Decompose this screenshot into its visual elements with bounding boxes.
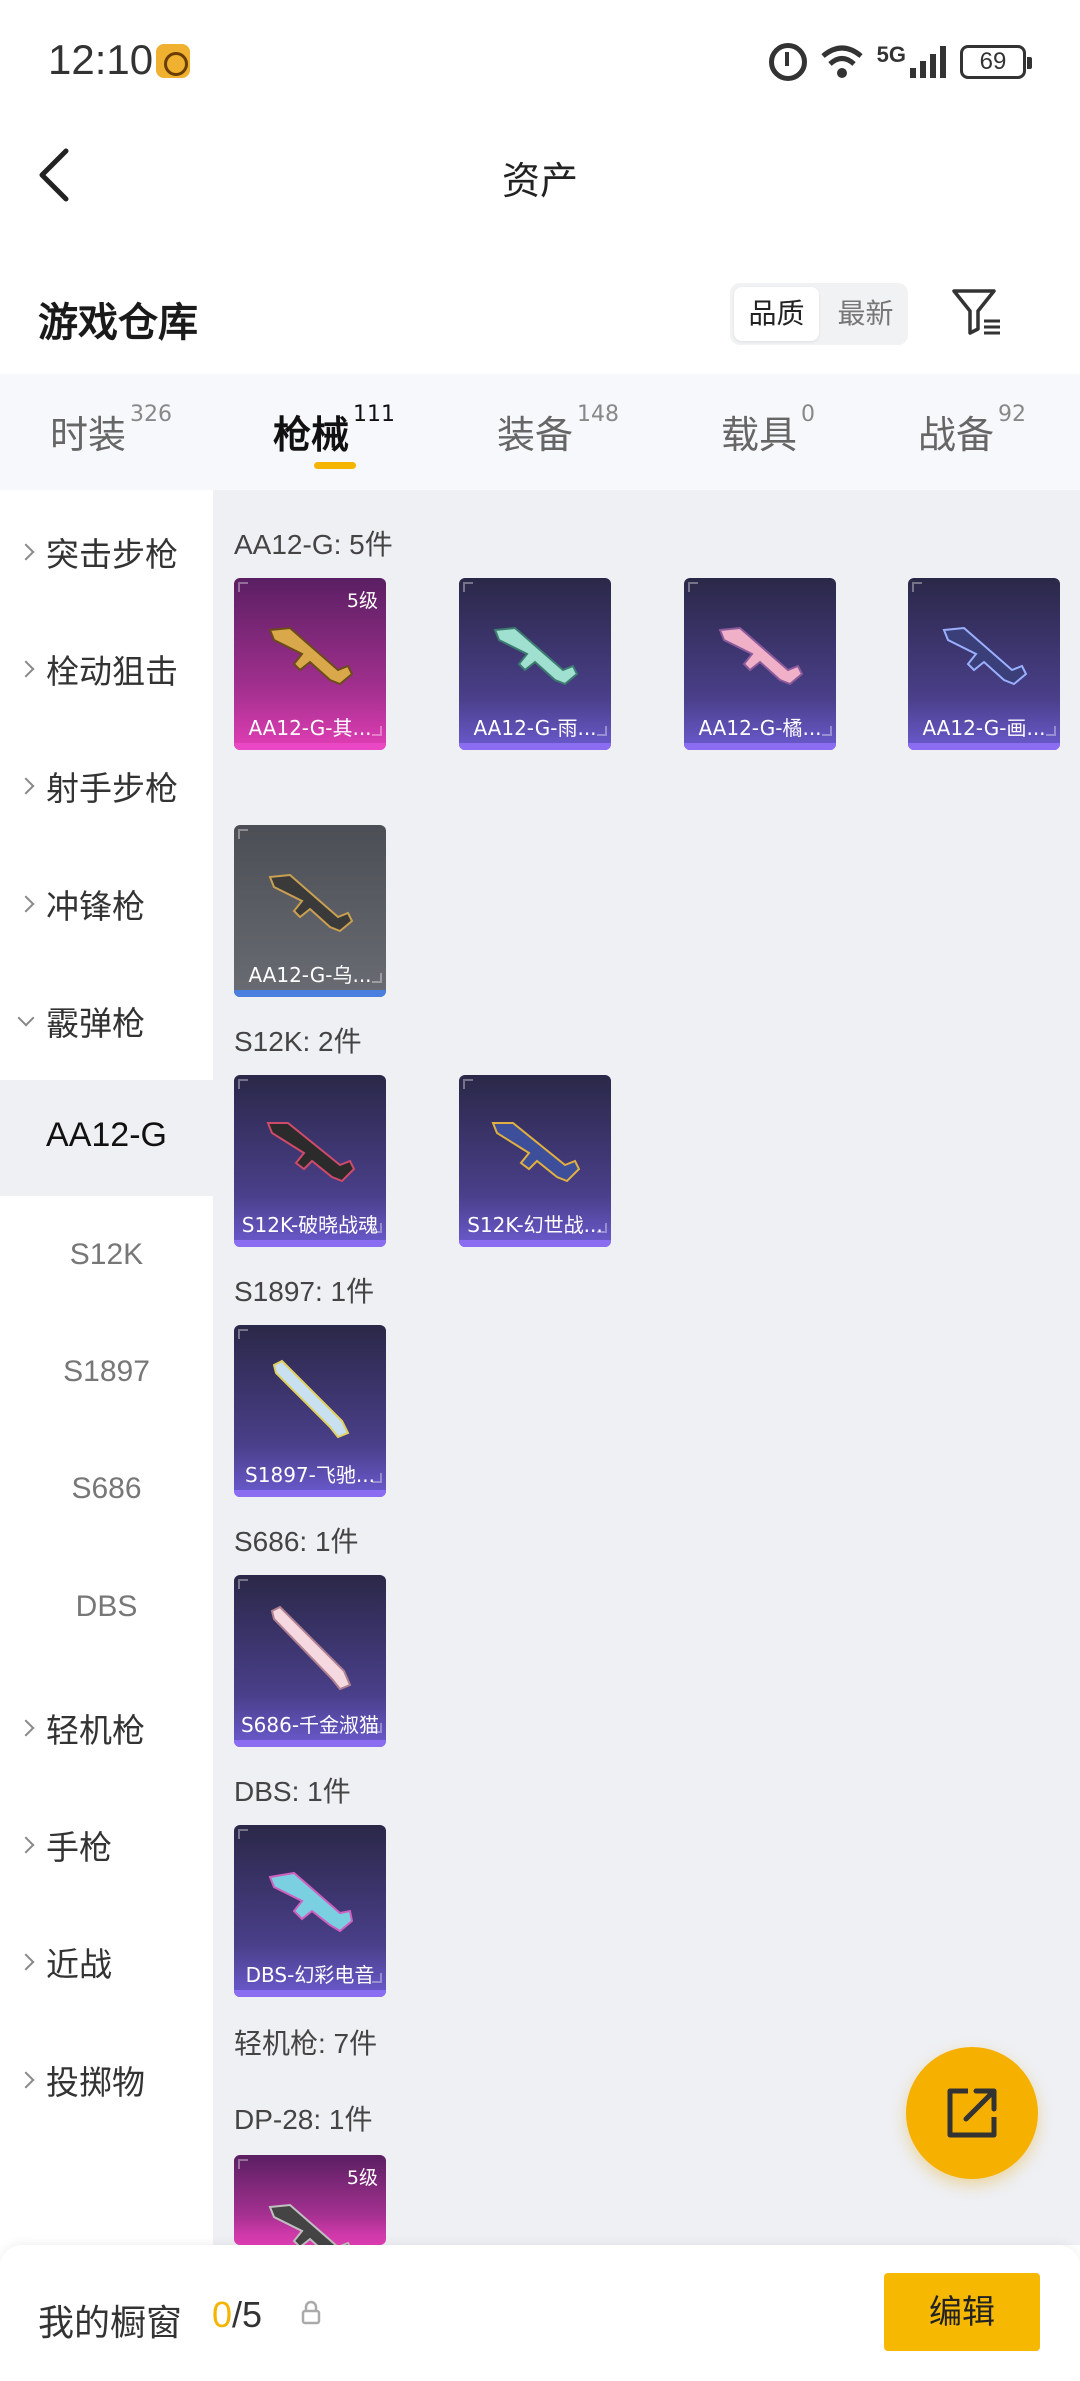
weapon-card[interactable]: 5级 AA12-G-其... xyxy=(234,578,386,750)
tab-equipment[interactable]: 装备 148 xyxy=(497,402,619,459)
sidebar-item-bolt-sniper[interactable]: 栓动狙击 xyxy=(17,645,178,693)
sidebar-item-melee[interactable]: 近战 xyxy=(17,1938,112,1986)
gun-icon xyxy=(491,1122,581,1183)
weapon-card[interactable]: S686-千金淑猫 xyxy=(234,1575,386,1747)
edit-button[interactable]: 编辑 xyxy=(884,2273,1040,2351)
weapon-card[interactable]: S12K-幻世战... xyxy=(459,1075,611,1247)
category-tabs: 时装 326 枪械 111 装备 148 载具 0 战备 92 xyxy=(0,374,1080,490)
active-tab-indicator xyxy=(314,462,356,469)
group-label-s1897: S1897: 1件 xyxy=(234,1276,375,1307)
showcase-label: 我的橱窗 xyxy=(38,2303,183,2344)
weapon-card[interactable]: S12K-破晓战魂 xyxy=(234,1075,386,1247)
gun-icon xyxy=(266,1122,356,1183)
tab-vehicles[interactable]: 载具 0 xyxy=(721,402,815,459)
group-label-aa12g: AA12-G: 5件 xyxy=(234,529,393,560)
gun-icon xyxy=(268,1871,354,1933)
page-title: 资产 xyxy=(501,159,578,203)
weapon-card[interactable]: DBS-幻彩电音 xyxy=(234,1825,386,1997)
share-icon xyxy=(947,2088,997,2138)
group-label-dp28: DP-28: 1件 xyxy=(234,2104,373,2135)
gun-icon xyxy=(493,626,579,686)
weapon-card[interactable]: AA12-G-乌... xyxy=(234,825,386,997)
gun-icon xyxy=(942,626,1028,686)
group-label-s686: S686: 1件 xyxy=(234,1526,359,1557)
status-time: 12:10 xyxy=(48,36,154,83)
sort-newest-button[interactable]: 最新 xyxy=(823,283,908,345)
sidebar-item-marksman-rifle[interactable]: 射手步枪 xyxy=(17,762,178,810)
gun-icon xyxy=(718,626,804,686)
sidebar-item-smg[interactable]: 冲锋枪 xyxy=(17,880,145,928)
notification-app-icon xyxy=(156,44,190,78)
group-label-s12k: S12K: 2件 xyxy=(234,1026,362,1057)
lock-icon xyxy=(301,2300,321,2325)
weapon-card[interactable]: AA12-G-画... xyxy=(908,578,1060,750)
weapon-card[interactable]: S1897-飞驰... xyxy=(234,1325,386,1497)
tab-supplies[interactable]: 战备 92 xyxy=(918,402,1026,459)
signal-icon xyxy=(910,46,946,78)
sort-quality-button[interactable]: 品质 xyxy=(734,287,819,341)
weapon-card[interactable]: 5级 xyxy=(234,2155,386,2245)
sidebar-item-assault-rifle[interactable]: 突击步枪 xyxy=(17,528,178,576)
group-label-dbs: DBS: 1件 xyxy=(234,1776,351,1807)
gun-icon xyxy=(268,873,354,933)
sidebar-item-shotgun[interactable]: 霰弹枪 xyxy=(17,997,145,1045)
weapon-card[interactable]: AA12-G-雨... xyxy=(459,578,611,750)
tab-firearms[interactable]: 枪械 111 xyxy=(273,402,395,459)
share-button[interactable] xyxy=(906,2047,1038,2179)
filter-icon[interactable] xyxy=(950,285,1004,339)
sort-toggle: 品质 最新 xyxy=(730,283,908,345)
alarm-icon xyxy=(768,43,807,81)
tab-costume[interactable]: 时装 326 xyxy=(50,402,172,459)
sidebar-item-throwables[interactable]: 投掷物 xyxy=(17,2056,145,2104)
showcase-count: 0/5 xyxy=(212,2294,263,2335)
warehouse-title: 游戏仓库 xyxy=(38,300,198,346)
sidebar-subitem-dbs[interactable]: DBS xyxy=(0,1590,213,1624)
network-type: 5G xyxy=(876,42,906,67)
status-bar: 12:10 5G 69 xyxy=(0,0,1080,120)
sidebar-subitem-s12k[interactable]: S12K xyxy=(0,1238,213,1272)
gun-icon xyxy=(268,626,354,686)
sidebar-item-pistol[interactable]: 手枪 xyxy=(17,1821,112,1869)
weapon-card[interactable]: AA12-G-橘... xyxy=(684,578,836,750)
sidebar-item-lmg[interactable]: 轻机枪 xyxy=(17,1704,145,1752)
sidebar-subitem-aa12g[interactable]: AA12-G xyxy=(0,1116,213,1155)
sidebar-subitem-s1897[interactable]: S1897 xyxy=(0,1355,213,1389)
wifi-icon xyxy=(821,45,863,78)
battery-icon: 69 xyxy=(960,45,1032,79)
group-label-lmg: 轻机枪: 7件 xyxy=(234,2028,378,2059)
gun-icon xyxy=(270,1605,352,1691)
sidebar-subitem-s686[interactable]: S686 xyxy=(0,1472,213,1506)
gun-icon xyxy=(272,1359,350,1439)
gun-icon xyxy=(268,2203,351,2245)
